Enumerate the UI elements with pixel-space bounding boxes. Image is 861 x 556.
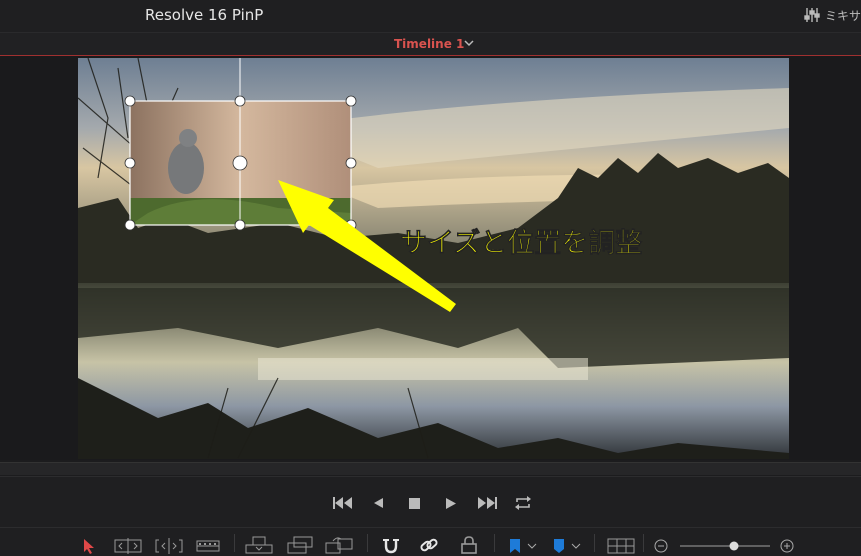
scrub-bar[interactable] <box>0 462 861 475</box>
zoom-in-icon[interactable] <box>780 539 794 553</box>
position-lock-icon[interactable] <box>460 536 478 554</box>
play-icon[interactable] <box>445 497 457 510</box>
mixer-icon <box>804 8 820 22</box>
mixer-label: ミキサ <box>824 8 861 23</box>
flag-icon[interactable] <box>508 538 538 554</box>
toolbar-separator <box>643 534 644 552</box>
timeline-bar: Timeline 1 <box>0 33 861 56</box>
skip-to-start-icon[interactable] <box>332 496 354 510</box>
stop-icon[interactable] <box>408 497 421 510</box>
loop-icon[interactable] <box>514 495 532 511</box>
transform-handles[interactable]: サイズと位置を調整 <box>78 58 789 459</box>
top-bar: Resolve 16 PinP ミキサ <box>0 0 861 33</box>
zoom-out-icon[interactable] <box>654 539 668 553</box>
blade-icon[interactable] <box>196 538 220 554</box>
timeline-name[interactable]: Timeline 1 <box>394 37 464 51</box>
toolbar-separator <box>367 534 368 552</box>
insert-clip-icon[interactable] <box>245 536 273 554</box>
toolbar-separator <box>494 534 495 552</box>
zoom-slider[interactable] <box>680 540 770 552</box>
mixer-button[interactable]: ミキサ <box>803 4 861 26</box>
trim-edit-icon[interactable] <box>114 538 142 554</box>
transport-controls <box>0 476 861 527</box>
replace-clip-icon[interactable] <box>325 536 353 554</box>
linked-selection-icon[interactable] <box>419 536 439 554</box>
video-viewer[interactable]: サイズと位置を調整 <box>78 58 789 459</box>
annotation-text: サイズと位置を調整 <box>400 227 642 259</box>
step-back-icon[interactable] <box>372 497 384 509</box>
project-title: Resolve 16 PinP <box>145 6 264 24</box>
marker-icon[interactable] <box>552 538 582 554</box>
zoom-full-icon[interactable] <box>607 538 635 554</box>
chevron-down-icon[interactable] <box>463 38 475 48</box>
selection-tool-icon[interactable] <box>83 538 95 554</box>
dynamic-trim-icon[interactable] <box>155 538 183 554</box>
toolbar-separator <box>594 534 595 552</box>
overwrite-clip-icon[interactable] <box>287 536 313 554</box>
toolbar-separator <box>234 534 235 552</box>
skip-to-end-icon[interactable] <box>476 496 498 510</box>
snapping-icon[interactable] <box>381 536 401 554</box>
